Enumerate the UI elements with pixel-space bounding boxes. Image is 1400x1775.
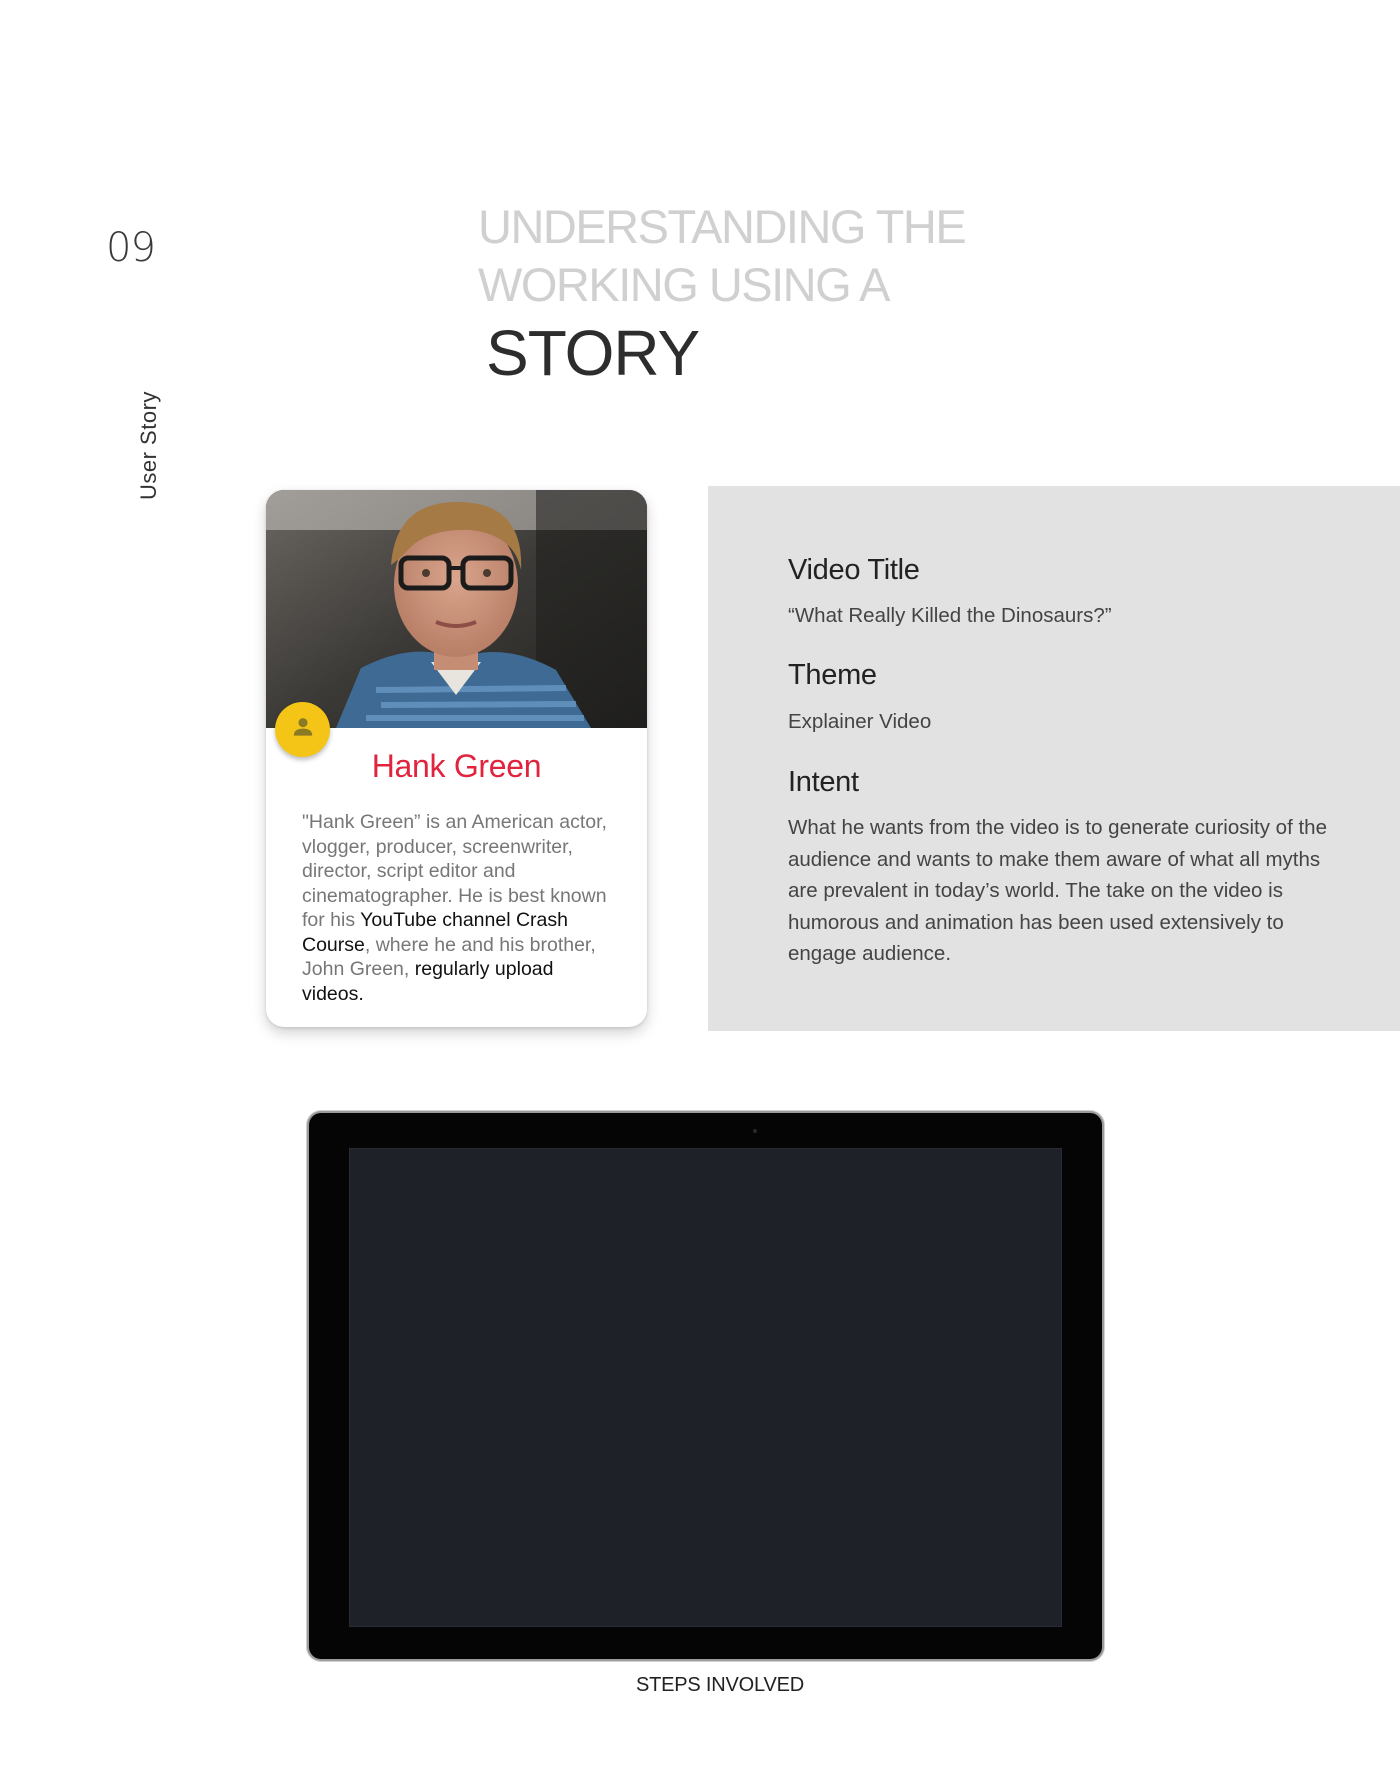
profile-card: Hank Green "Hank Green” is an American a… (266, 490, 647, 1027)
profile-photo (266, 490, 647, 728)
page-number: 09 (106, 225, 156, 271)
tablet-screen (349, 1148, 1062, 1627)
profile-bio: "Hank Green” is an American actor, vlogg… (302, 810, 618, 1006)
person-icon (290, 714, 316, 745)
page-title-dark: STORY (486, 317, 700, 389)
camera-dot (753, 1129, 757, 1133)
tablet-device (309, 1113, 1102, 1659)
section-label: User Story (136, 391, 161, 500)
theme-heading: Theme (788, 659, 877, 691)
profile-name: Hank Green (371, 748, 542, 784)
theme-value: Explainer Video (788, 710, 932, 733)
info-panel: Video Title “What Really Killed the Dino… (708, 486, 1400, 1031)
caption: STEPS INVOLVED (636, 1674, 804, 1696)
title-line-1: UNDERSTANDING THE (478, 200, 967, 253)
video-title-value: “What Really Killed the Dinosaurs?” (788, 604, 1112, 627)
intent-heading: Intent (788, 766, 859, 798)
page-title-light: UNDERSTANDING THE WORKING USING A (478, 198, 967, 314)
intent-value: What he wants from the video is to gener… (788, 816, 1327, 965)
video-title-heading: Video Title (788, 554, 920, 586)
title-line-2: WORKING USING A (478, 258, 891, 311)
